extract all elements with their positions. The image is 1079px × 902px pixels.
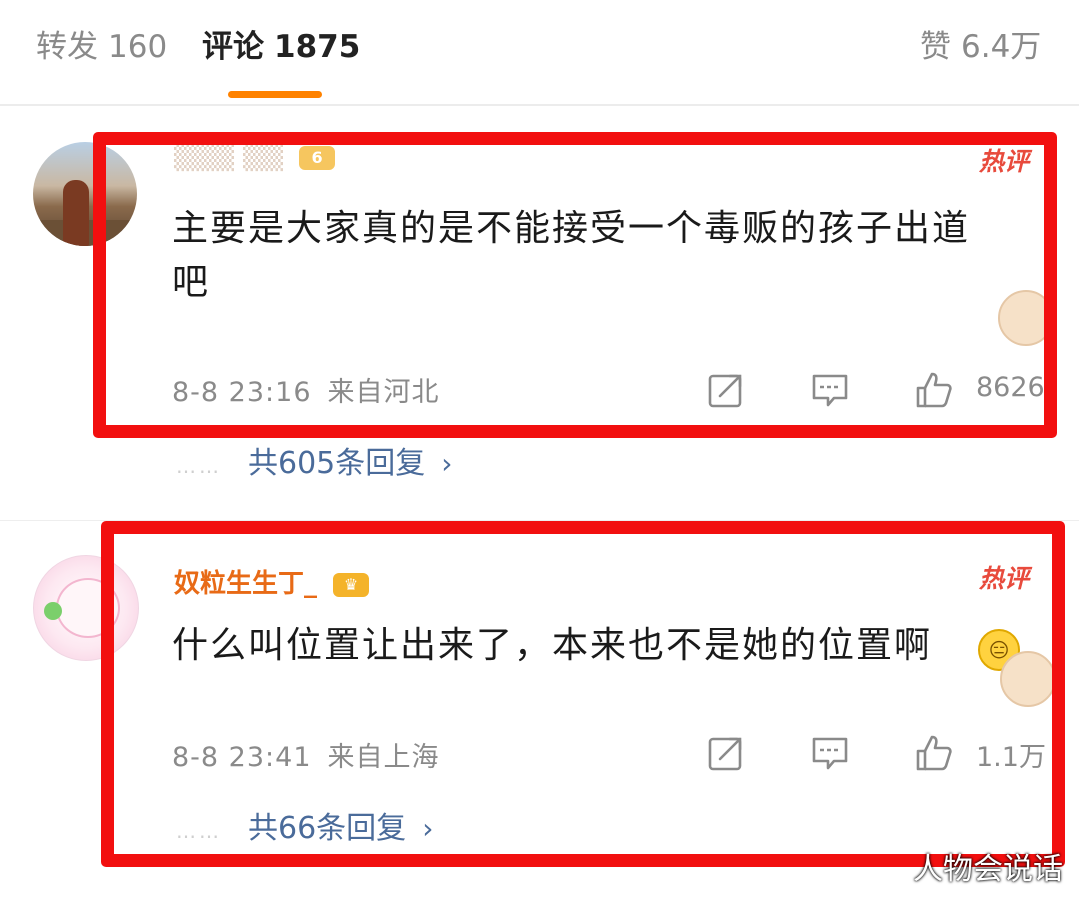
tab-likes-label: 赞 [920,29,951,65]
chevron-right-icon: › [441,447,453,480]
tab-likes-count: 6.4万 [961,29,1042,65]
red-highlight-box [93,132,1057,438]
tab-likes[interactable]: 赞 6.4万 [920,26,1041,68]
red-highlight-box [101,521,1065,867]
tab-comments[interactable]: 评论 1875 [202,26,360,68]
tab-repost-count: 160 [108,29,168,65]
tab-bar: 转发 160 评论 1875 赞 6.4万 [0,0,1079,106]
tab-repost[interactable]: 转发 160 [36,26,167,68]
watermark: 人物会说话 [913,852,1063,887]
active-tab-indicator [228,91,322,98]
reply-count-label: 共605条回复 [248,446,426,481]
tab-comments-label: 评论 [202,29,264,65]
tab-comments-count: 1875 [274,29,361,65]
tab-repost-label: 转发 [36,29,98,65]
avatar-clover [44,602,62,620]
view-replies-link[interactable]: …… 共605条回复 › [176,438,452,482]
avatar-figure [63,180,89,246]
weibo-comments-page: 转发 160 评论 1875 赞 6.4万 ▒▒▒ ▒▒ 6 热评 主要是大家真的是不能… [0,0,1079,902]
reply-dots: …… [176,454,222,478]
